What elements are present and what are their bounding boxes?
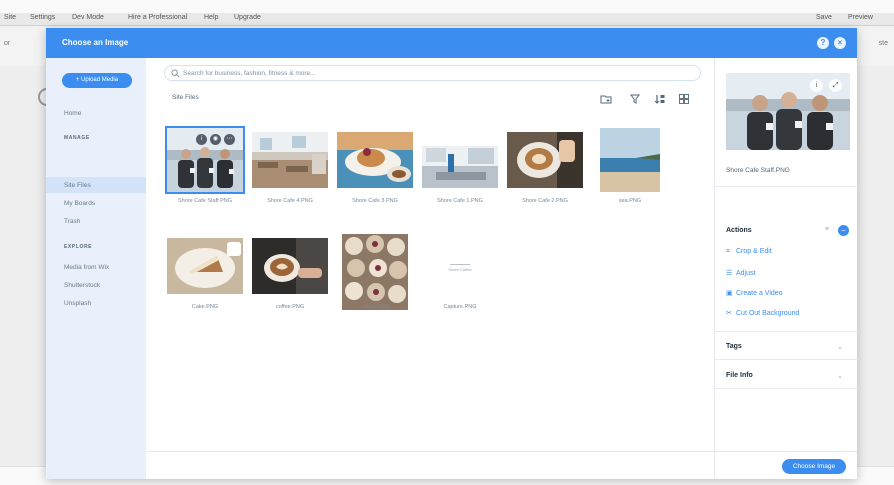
search-input[interactable] bbox=[183, 68, 683, 79]
actions-heading: Actions bbox=[726, 227, 752, 234]
sidebar-item-my-boards[interactable]: My Boards bbox=[64, 200, 95, 207]
sidebar-item-media-from-wix[interactable]: Media from Wix bbox=[64, 264, 109, 271]
create-video-action[interactable]: ▣ Create a Video bbox=[726, 289, 783, 297]
new-folder-icon[interactable] bbox=[600, 93, 612, 105]
search-icon bbox=[171, 69, 180, 78]
sidebar-item-trash[interactable]: Trash bbox=[64, 218, 80, 225]
divider bbox=[715, 186, 858, 187]
file-name: Cake.PNG bbox=[191, 304, 219, 310]
file-name: Shore Cafe Staff.PNG bbox=[177, 198, 232, 204]
upload-media-button[interactable]: + Upload Media bbox=[62, 73, 132, 88]
editor-left-label: or bbox=[4, 40, 11, 47]
divider bbox=[715, 331, 858, 332]
sidebar-item-unsplash[interactable]: Unsplash bbox=[64, 300, 91, 307]
menu-settings[interactable]: Settings bbox=[30, 14, 55, 21]
expand-icon[interactable]: ⤢ bbox=[829, 79, 842, 92]
crop-icon: ⌗ bbox=[726, 248, 730, 255]
divider bbox=[715, 388, 858, 389]
dialog-title: Choose an Image bbox=[62, 38, 129, 47]
sidebar-heading-explore: EXPLORE bbox=[64, 244, 93, 250]
menu-preview[interactable]: Preview bbox=[848, 14, 873, 21]
action-label: Crop & Edit bbox=[736, 248, 772, 255]
close-icon[interactable]: × bbox=[834, 37, 846, 49]
info-icon[interactable]: i bbox=[196, 134, 207, 145]
action-label: Cut Out Background bbox=[736, 310, 800, 317]
file-name: Shore Cafe 4.PNG bbox=[267, 198, 313, 204]
thumbnail-image[interactable] bbox=[600, 128, 660, 192]
menu-dev-mode[interactable]: Dev Mode bbox=[72, 14, 104, 21]
thumbnail-image[interactable] bbox=[342, 234, 408, 310]
thumbnail-image[interactable] bbox=[337, 132, 413, 188]
thumbnail-image[interactable] bbox=[422, 132, 498, 188]
details-panel: i ⤢ Shore Cafe Staff.PNG Actions ≡ − ⌗ Cr… bbox=[714, 58, 858, 479]
thumbnail-image[interactable] bbox=[167, 238, 243, 294]
cut-out-background-action[interactable]: ✂ Cut Out Background bbox=[726, 309, 799, 317]
file-name: Shore Cafe 3.PNG bbox=[352, 198, 398, 204]
adjust-icon: ☰ bbox=[726, 270, 733, 277]
file-name: Shore Cafe 1.PNG bbox=[437, 198, 483, 204]
crop-edit-action[interactable]: ⌗ Crop & Edit bbox=[726, 248, 772, 256]
file-name: coffee.PNG bbox=[275, 304, 305, 310]
menu-hire-professional[interactable]: Hire a Professional bbox=[128, 14, 187, 21]
breadcrumb: Site Files bbox=[172, 94, 199, 101]
file-name: cakes.PNG bbox=[361, 304, 389, 310]
thumbnail-image[interactable]: Shore Coffee bbox=[422, 234, 498, 298]
sidebar-active-highlight bbox=[46, 177, 146, 193]
adjust-action[interactable]: ☰ Adjust bbox=[726, 269, 755, 277]
collapse-icon[interactable]: − bbox=[838, 225, 849, 236]
file-name: Capture.PNG bbox=[443, 304, 477, 310]
filter-icon[interactable] bbox=[629, 93, 641, 105]
search-bar bbox=[164, 65, 701, 81]
info-icon[interactable]: i bbox=[810, 79, 823, 92]
tags-heading[interactable]: Tags bbox=[726, 343, 742, 350]
menu-save[interactable]: Save bbox=[816, 14, 832, 21]
chevron-down-icon[interactable]: ⌄ bbox=[837, 343, 843, 351]
chevron-down-icon[interactable]: ⌄ bbox=[837, 372, 843, 380]
choose-image-dialog: Choose an Image ? × + Upload Media Home … bbox=[46, 28, 858, 479]
editor-right-label: ste bbox=[878, 40, 888, 47]
thumbnail-image[interactable] bbox=[252, 132, 328, 188]
file-name: sea.PNG bbox=[618, 198, 642, 204]
choose-image-button[interactable]: Choose Image bbox=[782, 459, 846, 474]
capture-thumb-text: Shore Coffee bbox=[448, 267, 472, 272]
menu-help[interactable]: Help bbox=[204, 14, 218, 21]
list-icon[interactable]: ≡ bbox=[825, 226, 829, 233]
sidebar-heading-manage: MANAGE bbox=[64, 135, 90, 141]
file-name: Shore Cafe 2.PNG bbox=[522, 198, 568, 204]
media-browser: Site Files bbox=[146, 58, 714, 479]
action-label: Create a Video bbox=[736, 290, 783, 297]
dialog-header: Choose an Image ? × bbox=[46, 28, 857, 58]
sort-icon[interactable] bbox=[654, 93, 666, 105]
cutout-icon: ✂ bbox=[726, 310, 732, 317]
more-icon[interactable]: ⋯ bbox=[224, 134, 235, 145]
preview-image: i ⤢ bbox=[726, 73, 850, 150]
preview-icon[interactable]: ◉ bbox=[210, 134, 221, 145]
sidebar-item-home[interactable]: Home bbox=[64, 110, 81, 117]
thumbnail-image[interactable] bbox=[252, 238, 328, 294]
thumbnail-image[interactable]: i ◉ ⋯ bbox=[165, 126, 245, 194]
footer-divider bbox=[146, 451, 857, 452]
help-icon[interactable]: ? bbox=[817, 37, 829, 49]
menu-site[interactable]: Site bbox=[4, 14, 16, 21]
video-icon: ▣ bbox=[726, 290, 733, 297]
sidebar-item-shutterstock[interactable]: Shutterstock bbox=[64, 282, 100, 289]
media-sidebar: + Upload Media Home MANAGE Site Files My… bbox=[46, 58, 146, 479]
selected-file-name: Shore Cafe Staff.PNG bbox=[726, 167, 790, 174]
file-info-heading[interactable]: File Info bbox=[726, 372, 753, 379]
sidebar-item-site-files[interactable]: Site Files bbox=[64, 182, 91, 189]
menu-upgrade[interactable]: Upgrade bbox=[234, 14, 261, 21]
editor-menubar: Site Settings Dev Mode Hire a Profession… bbox=[0, 13, 894, 26]
action-label: Adjust bbox=[736, 270, 756, 277]
divider bbox=[715, 359, 858, 360]
grid-view-icon[interactable] bbox=[678, 93, 690, 105]
thumbnail-image[interactable] bbox=[507, 132, 583, 188]
